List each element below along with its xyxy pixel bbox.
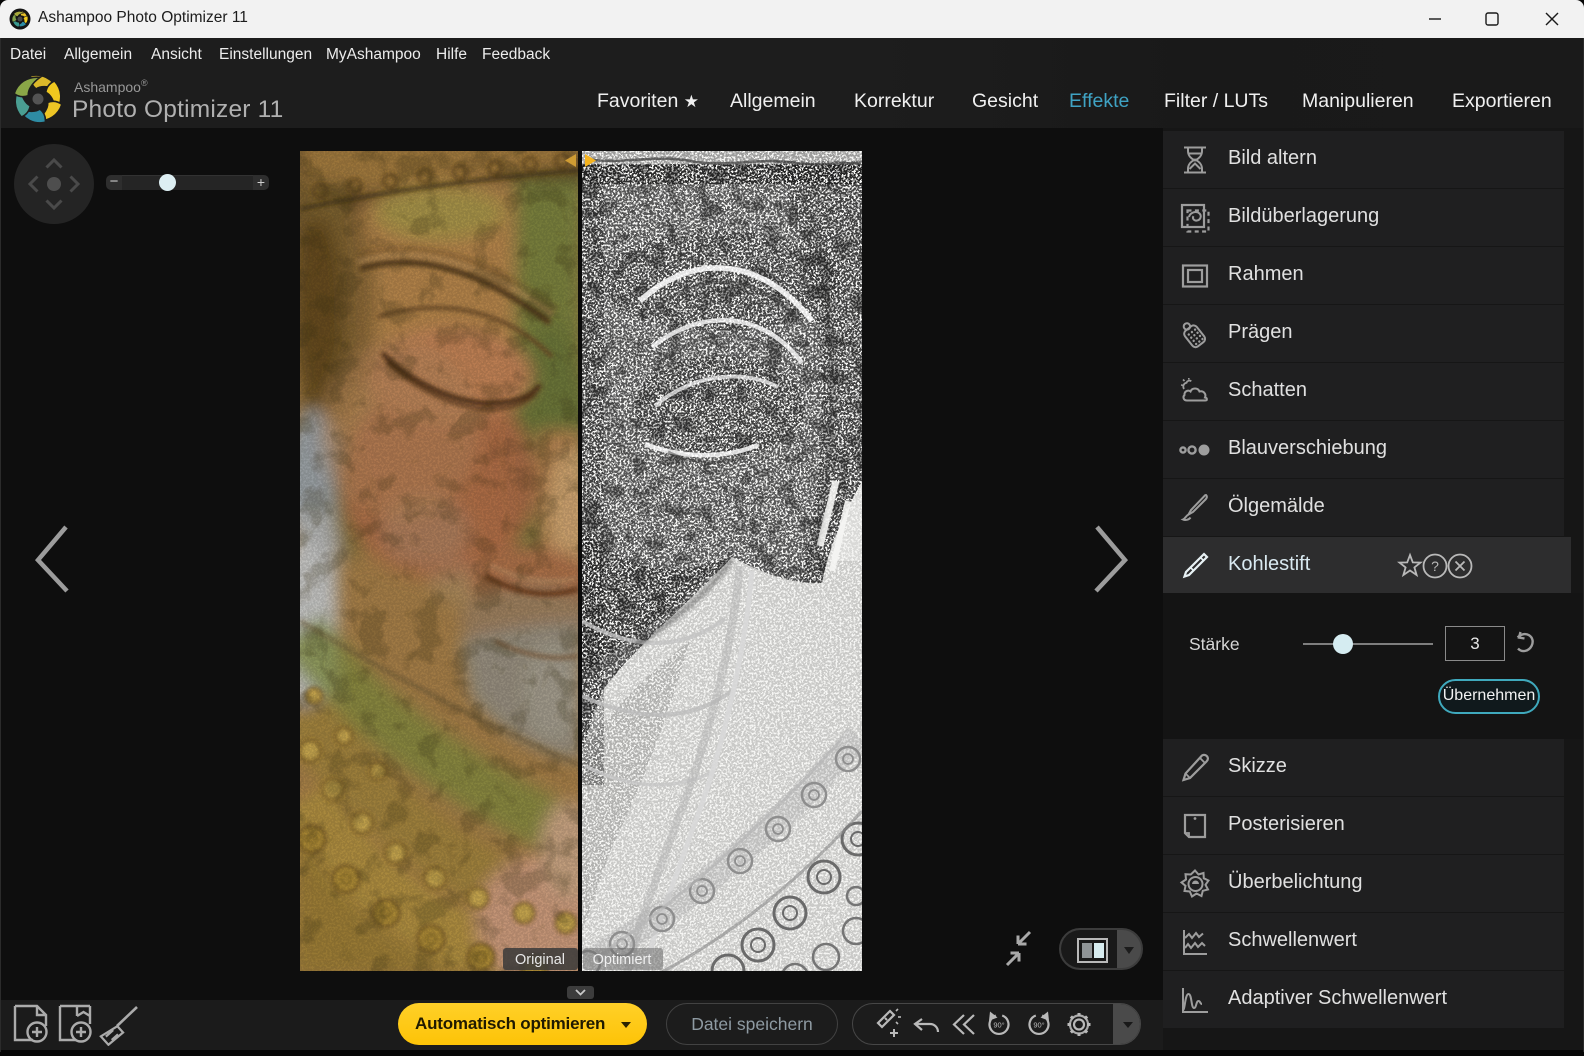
svg-text:90°: 90° xyxy=(993,1021,1004,1030)
svg-text:Optimiert: Optimiert xyxy=(593,952,652,968)
svg-text:Original: Original xyxy=(515,952,565,968)
svg-text:?: ? xyxy=(1431,558,1439,574)
svg-text:90°: 90° xyxy=(1033,1021,1044,1030)
